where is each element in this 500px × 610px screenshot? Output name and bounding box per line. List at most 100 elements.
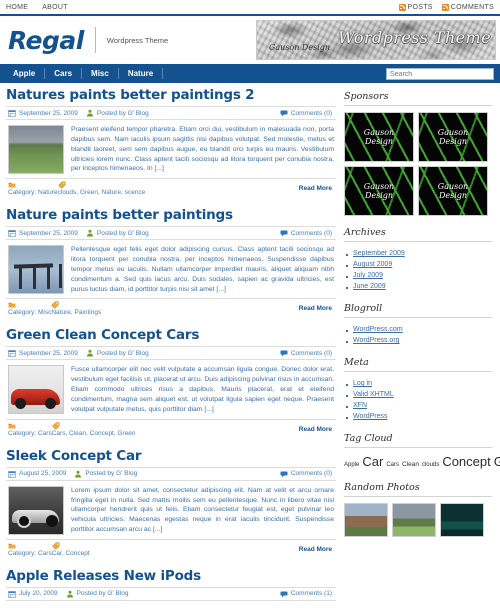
post-title[interactable]: Green Clean Concept Cars bbox=[6, 327, 336, 343]
post-comments-link[interactable]: Comments (0) bbox=[280, 349, 332, 357]
nav-item-misc[interactable]: Misc bbox=[82, 68, 119, 79]
feed-comments-label[interactable]: COMMENTS bbox=[451, 4, 494, 11]
post-title[interactable]: Nature paints better paintings bbox=[6, 207, 336, 223]
brand-divider bbox=[94, 27, 96, 53]
sidebar: Sponsors Gauson Design Gauson Design Gauson D… bbox=[344, 83, 500, 610]
post-thumbnail[interactable] bbox=[8, 485, 64, 535]
feed-posts-link[interactable]: POSTS bbox=[398, 3, 433, 11]
widget-sponsors: Sponsors Gauson Design Gauson Design Gauson D… bbox=[344, 91, 492, 216]
body-columns: Natures paints better paintings 2 Septemb… bbox=[0, 83, 500, 610]
read-more-link[interactable]: Read More bbox=[299, 546, 332, 553]
list-item[interactable]: July 2009 bbox=[344, 270, 492, 281]
post-title[interactable]: Natures paints better paintings 2 bbox=[6, 87, 336, 103]
random-photo-grid bbox=[344, 502, 492, 537]
nav-item-nature[interactable]: Nature bbox=[119, 68, 164, 79]
post-excerpt: Lorem ipsum dolor sit amet, consectetur … bbox=[71, 486, 334, 534]
sponsor-ad[interactable]: Gauson Design bbox=[344, 166, 414, 216]
post-date: July 20, 2009 bbox=[8, 590, 58, 598]
widget-title-meta: Meta bbox=[344, 357, 492, 372]
post-footer-meta: Category: Misc Nature, Paintings Read More bbox=[6, 298, 336, 318]
ad-label: Gauson Design bbox=[363, 182, 395, 200]
main-nav: Apple Cars Misc Nature bbox=[0, 64, 500, 83]
search-form bbox=[386, 67, 500, 81]
post-category[interactable]: Category: Cars bbox=[8, 542, 52, 557]
header-banner-image: Gauson Design Wordpress Theme bbox=[256, 20, 496, 60]
read-more-link[interactable]: Read More bbox=[299, 185, 332, 192]
list-item[interactable]: WordPress bbox=[344, 411, 492, 422]
nav-item-apple[interactable]: Apple bbox=[4, 68, 46, 79]
post-date: August 25, 2009 bbox=[8, 470, 66, 478]
post-comments-link[interactable]: Comments (0) bbox=[280, 470, 332, 478]
post-item: Nature paints better paintings September … bbox=[6, 207, 336, 318]
list-item[interactable]: WordPress.com bbox=[344, 324, 492, 335]
list-item[interactable]: August 2009 bbox=[344, 259, 492, 270]
post-body: Lorem ipsum dolor sit amet, consectetur … bbox=[6, 481, 336, 539]
post-title[interactable]: Apple Releases New iPods bbox=[6, 568, 336, 584]
sponsor-ad[interactable]: Gauson Design bbox=[418, 166, 488, 216]
post-author: Posted by G' Blog bbox=[74, 470, 137, 478]
post-date: September 25, 2009 bbox=[8, 109, 78, 117]
widget-archives: Archives September 2009 August 2009 July 2… bbox=[344, 227, 492, 292]
post-thumbnail[interactable] bbox=[8, 365, 64, 415]
post-comments-link[interactable]: Comments (0) bbox=[280, 109, 332, 117]
list-item[interactable]: Valid XHTML bbox=[344, 389, 492, 400]
page-root: HOME ABOUT POSTS COMMENTS Regal Wordpres… bbox=[0, 0, 500, 610]
post-tags[interactable]: clouds, Green, Nature, scence bbox=[58, 181, 145, 196]
post-tags[interactable]: Nature, Paintings bbox=[51, 301, 101, 316]
sponsor-ads: Gauson Design Gauson Design Gauson Design Gaus… bbox=[344, 112, 492, 216]
widget-title-blogroll: Blogroll bbox=[344, 303, 492, 318]
top-bar: HOME ABOUT POSTS COMMENTS bbox=[0, 0, 500, 16]
list-item[interactable]: WordPress.org bbox=[344, 335, 492, 346]
top-nav-item-home[interactable]: HOME bbox=[6, 4, 28, 11]
post-category[interactable]: Category: Nature bbox=[8, 181, 58, 196]
ad-label: Gauson Design bbox=[363, 128, 395, 146]
post-body: Praesent eleifend tempor pharetra. Etiam… bbox=[6, 120, 336, 178]
post-comments-link[interactable]: Comments (1) bbox=[280, 590, 332, 598]
read-more-link[interactable]: Read More bbox=[299, 426, 332, 433]
post-author: Posted by G' Blog bbox=[86, 109, 149, 117]
list-item[interactable]: Log in bbox=[344, 378, 492, 389]
widget-title-tag-cloud: Tag Cloud bbox=[344, 433, 492, 448]
nav-item-cars[interactable]: Cars bbox=[45, 68, 83, 79]
post-category[interactable]: Category: Misc bbox=[8, 301, 51, 316]
post-comments-link[interactable]: Comments (0) bbox=[280, 229, 332, 237]
post-footer-meta: Category: Cars Cars, Clean, Concept, Gree… bbox=[6, 418, 336, 439]
post-item: Natures paints better paintings 2 Septemb… bbox=[6, 87, 336, 198]
post-body: Pellentesque eget felis eget dolor adipi… bbox=[6, 240, 336, 298]
tag-cloud-item[interactable]: Car bbox=[362, 454, 383, 469]
list-item[interactable]: June 2009 bbox=[344, 281, 492, 292]
post-tags[interactable]: Cars, Clean, Concept, Green bbox=[52, 422, 136, 437]
post-footer-meta: Category: Cars Car, Concept Read More bbox=[6, 538, 336, 559]
site-logo[interactable]: Regal bbox=[8, 28, 84, 53]
rss-icon bbox=[398, 3, 406, 11]
feed-comments-link[interactable]: COMMENTS bbox=[441, 3, 494, 11]
feed-links: POSTS COMMENTS bbox=[398, 3, 494, 11]
sponsor-ad[interactable]: Gauson Design bbox=[344, 112, 414, 162]
sponsor-ad[interactable]: Gauson Design bbox=[418, 112, 488, 162]
post-tags[interactable]: Car, Concept bbox=[52, 542, 90, 557]
random-photo[interactable] bbox=[392, 502, 436, 537]
post-title[interactable]: Sleek Concept Car bbox=[6, 448, 336, 464]
tag-cloud-item[interactable]: Cars bbox=[386, 462, 399, 468]
top-nav-item-about[interactable]: ABOUT bbox=[42, 4, 68, 11]
random-photo[interactable] bbox=[440, 502, 484, 537]
brand[interactable]: Regal Wordpress Theme bbox=[8, 27, 168, 53]
post-date: September 25, 2009 bbox=[8, 349, 78, 358]
feed-posts-label[interactable]: POSTS bbox=[408, 4, 433, 11]
post-thumbnail[interactable] bbox=[8, 245, 64, 295]
search-input[interactable] bbox=[386, 68, 494, 81]
list-item[interactable]: XFN bbox=[344, 400, 492, 411]
tag-cloud-item[interactable]: Green bbox=[494, 454, 500, 469]
read-more-link[interactable]: Read More bbox=[299, 305, 332, 312]
random-photo[interactable] bbox=[344, 502, 388, 537]
post-author: Posted by G' Blog bbox=[86, 349, 149, 357]
tag-cloud-item[interactable]: Concept bbox=[442, 454, 490, 469]
post-category[interactable]: Category: Cars bbox=[8, 422, 52, 437]
banner-title: Wordpress Theme bbox=[338, 28, 491, 47]
post-footer-meta: Category: Nature clouds, Green, Nature, s… bbox=[6, 178, 336, 198]
list-item[interactable]: September 2009 bbox=[344, 248, 492, 259]
tag-cloud-item[interactable]: Apple bbox=[344, 462, 359, 468]
post-thumbnail[interactable] bbox=[8, 125, 64, 174]
tag-cloud-item[interactable]: Clean bbox=[402, 461, 419, 468]
tag-cloud-item[interactable]: clouds bbox=[422, 462, 439, 468]
